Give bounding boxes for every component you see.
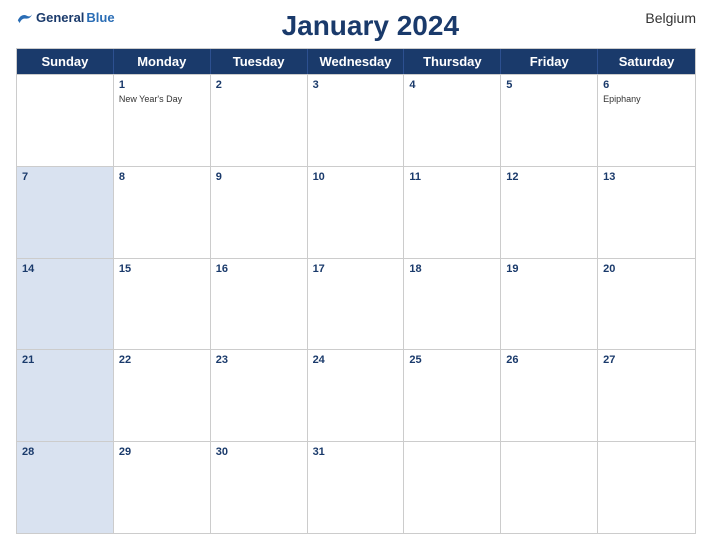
day-cell: 13: [598, 167, 695, 258]
day-number: 4: [409, 78, 495, 93]
day-number: 15: [119, 262, 205, 277]
day-number: 12: [506, 170, 592, 185]
day-number: 14: [22, 262, 108, 277]
day-number: 11: [409, 170, 495, 185]
day-number: 7: [22, 170, 108, 185]
day-number: 30: [216, 445, 302, 460]
day-cell: 25: [404, 350, 501, 441]
calendar-container: General Blue January 2024 Belgium Sunday…: [0, 0, 712, 550]
country-label: Belgium: [626, 10, 696, 26]
day-number: 23: [216, 353, 302, 368]
day-cell: 4: [404, 75, 501, 166]
weeks-container: 1New Year's Day23456Epiphany789101112131…: [17, 74, 695, 533]
day-number: 5: [506, 78, 592, 93]
day-cell: 6Epiphany: [598, 75, 695, 166]
day-cell: 3: [308, 75, 405, 166]
day-number: 10: [313, 170, 399, 185]
day-header-wednesday: Wednesday: [308, 49, 405, 74]
day-number: 17: [313, 262, 399, 277]
day-cell: 22: [114, 350, 211, 441]
day-number: 29: [119, 445, 205, 460]
day-cell: 23: [211, 350, 308, 441]
day-cell: 31: [308, 442, 405, 533]
day-number: 6: [603, 78, 690, 93]
week-row-1: 1New Year's Day23456Epiphany: [17, 74, 695, 166]
day-number: 2: [216, 78, 302, 93]
day-number: 25: [409, 353, 495, 368]
day-cell: 20: [598, 259, 695, 350]
day-number: 18: [409, 262, 495, 277]
logo-area: General Blue: [16, 10, 115, 25]
day-number: 26: [506, 353, 592, 368]
day-number: 9: [216, 170, 302, 185]
day-cell: 24: [308, 350, 405, 441]
day-cell: 28: [17, 442, 114, 533]
day-cell: [404, 442, 501, 533]
day-header-tuesday: Tuesday: [211, 49, 308, 74]
day-cell: 1New Year's Day: [114, 75, 211, 166]
week-row-2: 789 10 11 12 13: [17, 166, 695, 258]
day-cell: 2: [211, 75, 308, 166]
day-number: 28: [22, 445, 108, 460]
day-header-monday: Monday: [114, 49, 211, 74]
day-cell: 18: [404, 259, 501, 350]
day-cell: 26: [501, 350, 598, 441]
logo: General Blue: [16, 10, 115, 25]
week-row-4: 21 22 23 24 25 26 27: [17, 349, 695, 441]
day-cell: 8: [114, 167, 211, 258]
holiday-name: Epiphany: [603, 94, 690, 106]
day-number: 24: [313, 353, 399, 368]
week-row-5: 28 29 30 31: [17, 441, 695, 533]
day-number: 20: [603, 262, 690, 277]
calendar-header: General Blue January 2024 Belgium: [16, 10, 696, 42]
day-cell: 30: [211, 442, 308, 533]
day-cell: 29: [114, 442, 211, 533]
day-cell: 19: [501, 259, 598, 350]
day-number: 1: [119, 78, 205, 93]
day-cell: 17: [308, 259, 405, 350]
day-cell: 5: [501, 75, 598, 166]
day-cell: 7: [17, 167, 114, 258]
logo-bird-icon: [16, 11, 34, 25]
day-number: 3: [313, 78, 399, 93]
day-cell: [501, 442, 598, 533]
day-headers-row: SundayMondayTuesdayWednesdayThursdayFrid…: [17, 49, 695, 74]
day-header-thursday: Thursday: [404, 49, 501, 74]
day-header-sunday: Sunday: [17, 49, 114, 74]
day-number: 21: [22, 353, 108, 368]
day-cell: 9: [211, 167, 308, 258]
day-header-saturday: Saturday: [598, 49, 695, 74]
day-cell: 21: [17, 350, 114, 441]
holiday-name: New Year's Day: [119, 94, 205, 106]
day-cell: [17, 75, 114, 166]
logo-general-text: General: [36, 10, 84, 25]
day-number: 27: [603, 353, 690, 368]
week-row-3: 14 15 16 17 18 19 20: [17, 258, 695, 350]
day-header-friday: Friday: [501, 49, 598, 74]
day-cell: 27: [598, 350, 695, 441]
day-cell: [598, 442, 695, 533]
day-cell: 16: [211, 259, 308, 350]
day-cell: 14: [17, 259, 114, 350]
day-number: 8: [119, 170, 205, 185]
day-number: 31: [313, 445, 399, 460]
calendar-grid: SundayMondayTuesdayWednesdayThursdayFrid…: [16, 48, 696, 534]
day-number: 22: [119, 353, 205, 368]
day-cell: 15: [114, 259, 211, 350]
day-number: 19: [506, 262, 592, 277]
day-cell: 12: [501, 167, 598, 258]
day-cell: 10: [308, 167, 405, 258]
day-number: 13: [603, 170, 690, 185]
day-number: 16: [216, 262, 302, 277]
calendar-title: January 2024: [115, 10, 626, 42]
logo-blue-text: Blue: [86, 10, 114, 25]
day-cell: 11: [404, 167, 501, 258]
